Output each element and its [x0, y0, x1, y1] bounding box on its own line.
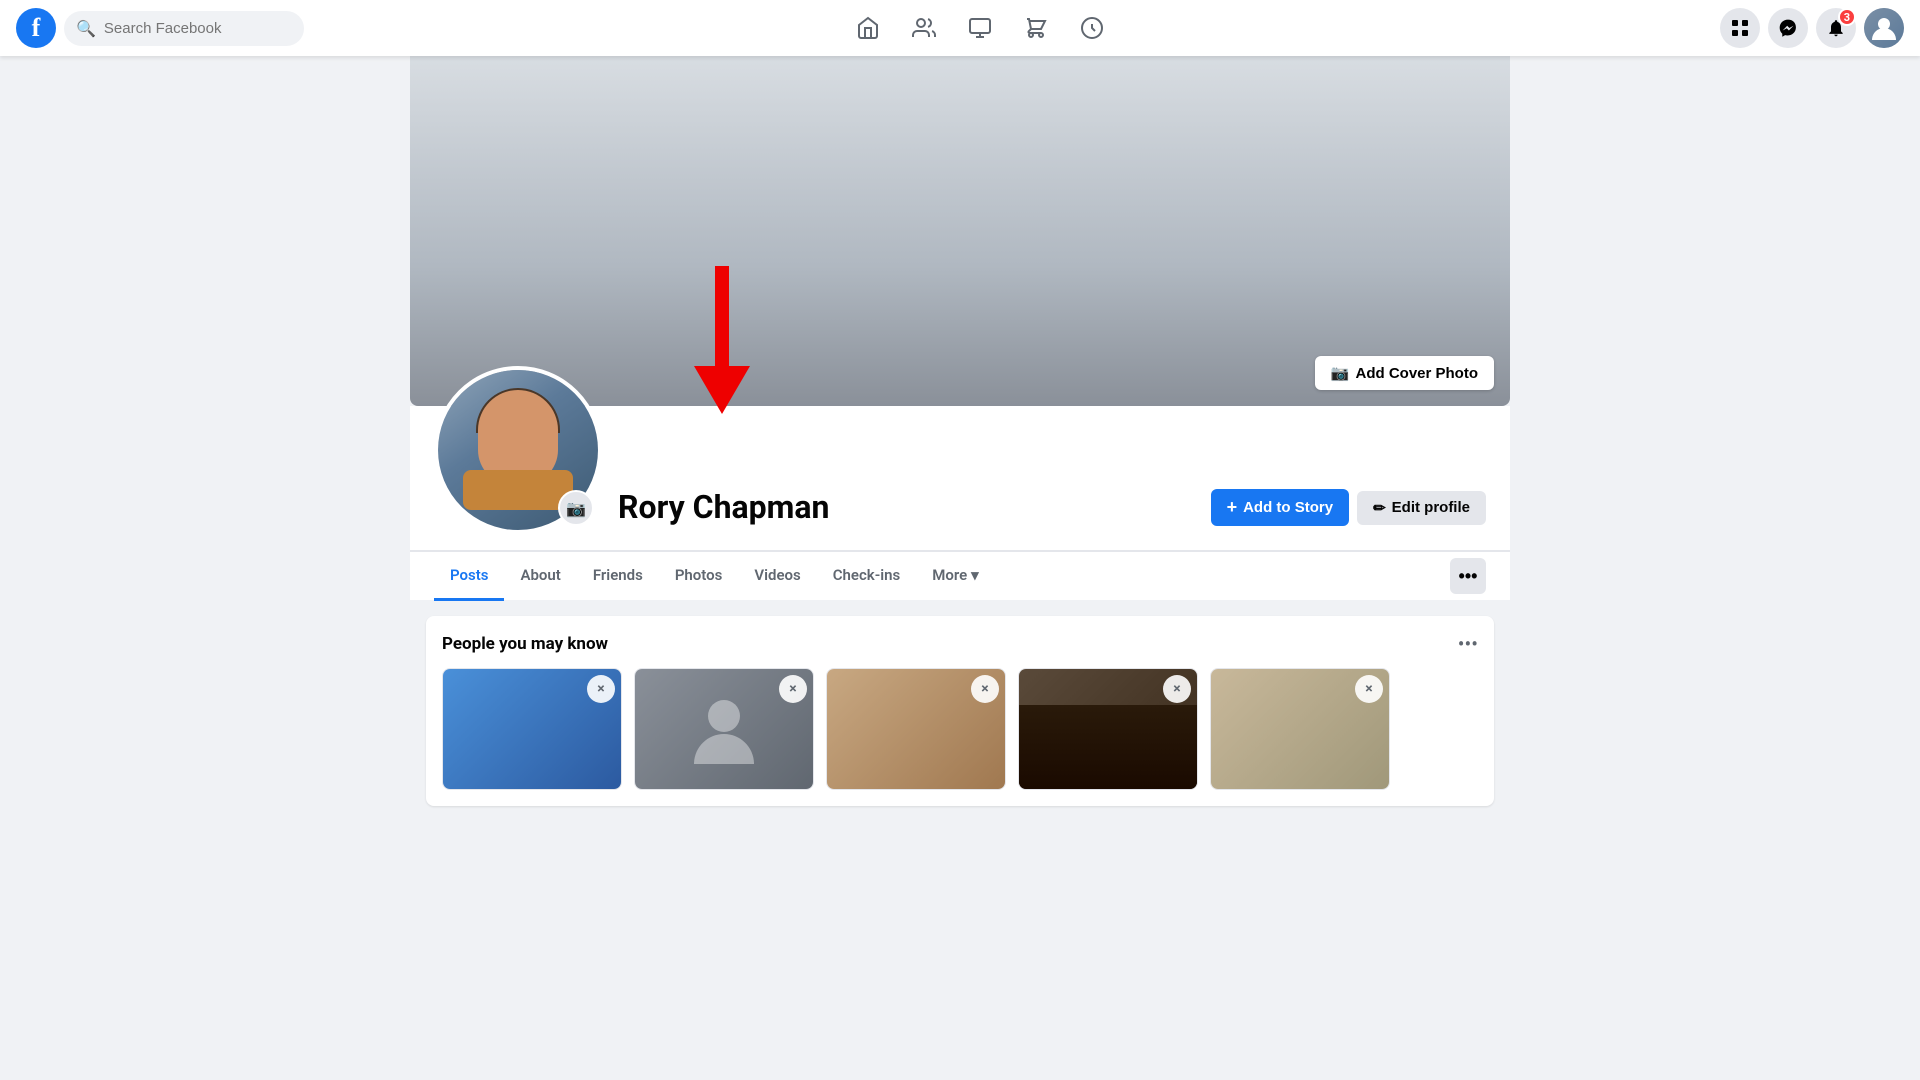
face-shirt	[463, 470, 573, 510]
camera-icon: 📷	[566, 499, 586, 518]
list-item: ×	[1018, 668, 1198, 790]
dismiss-person-button[interactable]: ×	[1355, 675, 1383, 703]
cover-section: 📷 Add Cover Photo	[410, 56, 1510, 406]
profile-info-section: 📷 Rory Chapman + Add to Story ✏	[410, 406, 1510, 551]
three-dots-icon: •••	[1459, 566, 1478, 587]
chevron-down-icon: ▾	[971, 566, 979, 584]
edit-profile-button[interactable]: ✏ Edit profile	[1357, 491, 1486, 525]
camera-icon: 📷	[1331, 364, 1350, 382]
home-nav-button[interactable]	[844, 4, 892, 52]
plus-icon: +	[1227, 497, 1238, 518]
profile-face	[468, 390, 568, 510]
people-title: People you may know	[442, 634, 608, 654]
notification-badge: 3	[1838, 8, 1856, 26]
profile-top: 📷 Rory Chapman + Add to Story ✏	[434, 406, 1486, 550]
people-grid: × × ×	[442, 668, 1478, 790]
add-cover-photo-button[interactable]: 📷 Add Cover Photo	[1315, 356, 1494, 390]
profile-name-area: Rory Chapman	[618, 488, 1195, 534]
tab-friends[interactable]: Friends	[577, 552, 659, 601]
add-cover-label: Add Cover Photo	[1356, 365, 1479, 382]
nav-left: f 🔍	[16, 8, 356, 48]
list-item: ×	[634, 668, 814, 790]
more-label: More	[932, 566, 967, 584]
main-content: 📷 Add Cover Photo	[0, 0, 1920, 806]
search-bar[interactable]: 🔍	[64, 11, 304, 46]
list-item: ×	[1210, 668, 1390, 790]
person-photo: ×	[827, 669, 1005, 789]
video-nav-button[interactable]	[956, 4, 1004, 52]
person-photo: ×	[635, 669, 813, 789]
tab-more[interactable]: More ▾	[916, 552, 994, 601]
tabs-more-options-button[interactable]: •••	[1450, 558, 1486, 594]
fb-letter: f	[32, 13, 41, 43]
add-story-label: Add to Story	[1243, 499, 1333, 516]
friends-nav-button[interactable]	[900, 4, 948, 52]
notifications-button[interactable]: 3	[1816, 8, 1856, 48]
nav-center	[356, 4, 1604, 52]
people-you-may-know-card: People you may know ••• × ×	[426, 616, 1494, 806]
add-to-story-button[interactable]: + Add to Story	[1211, 489, 1350, 526]
list-item: ×	[442, 668, 622, 790]
search-icon: 🔍	[76, 19, 96, 38]
person-photo: ×	[1211, 669, 1389, 789]
facebook-logo[interactable]: f	[16, 8, 56, 48]
dismiss-person-button[interactable]: ×	[587, 675, 615, 703]
people-more-options[interactable]: •••	[1458, 632, 1478, 656]
nav-right: 3	[1604, 8, 1904, 48]
dismiss-person-button[interactable]: ×	[1163, 675, 1191, 703]
groups-nav-button[interactable]	[1068, 4, 1116, 52]
search-input[interactable]	[104, 20, 284, 37]
change-profile-pic-button[interactable]: 📷	[558, 490, 594, 526]
tab-posts[interactable]: Posts	[434, 552, 504, 601]
top-navigation: f 🔍 3	[0, 0, 1920, 56]
tab-checkins[interactable]: Check-ins	[817, 552, 916, 601]
edit-profile-label: Edit profile	[1392, 499, 1470, 516]
cover-photo	[410, 56, 1510, 406]
profile-pic-wrapper: 📷	[434, 366, 602, 534]
profile-actions: + Add to Story ✏ Edit profile	[1211, 489, 1486, 534]
avatar-image	[1864, 8, 1904, 48]
user-avatar-button[interactable]	[1864, 8, 1904, 48]
profile-name: Rory Chapman	[618, 488, 1195, 526]
tab-photos[interactable]: Photos	[659, 552, 739, 601]
person-photo: ×	[1019, 669, 1197, 789]
dismiss-person-button[interactable]: ×	[971, 675, 999, 703]
grid-menu-button[interactable]	[1720, 8, 1760, 48]
tab-about[interactable]: About	[504, 552, 576, 601]
pencil-icon: ✏	[1373, 499, 1386, 517]
tab-videos[interactable]: Videos	[738, 552, 816, 601]
person-photo: ×	[443, 669, 621, 789]
profile-tabs: Posts About Friends Photos Videos Check-…	[410, 551, 1510, 600]
people-header: People you may know •••	[442, 632, 1478, 656]
people-section: People you may know ••• × ×	[410, 616, 1510, 806]
messenger-button[interactable]	[1768, 8, 1808, 48]
dismiss-person-button[interactable]: ×	[779, 675, 807, 703]
list-item: ×	[826, 668, 1006, 790]
marketplace-nav-button[interactable]	[1012, 4, 1060, 52]
